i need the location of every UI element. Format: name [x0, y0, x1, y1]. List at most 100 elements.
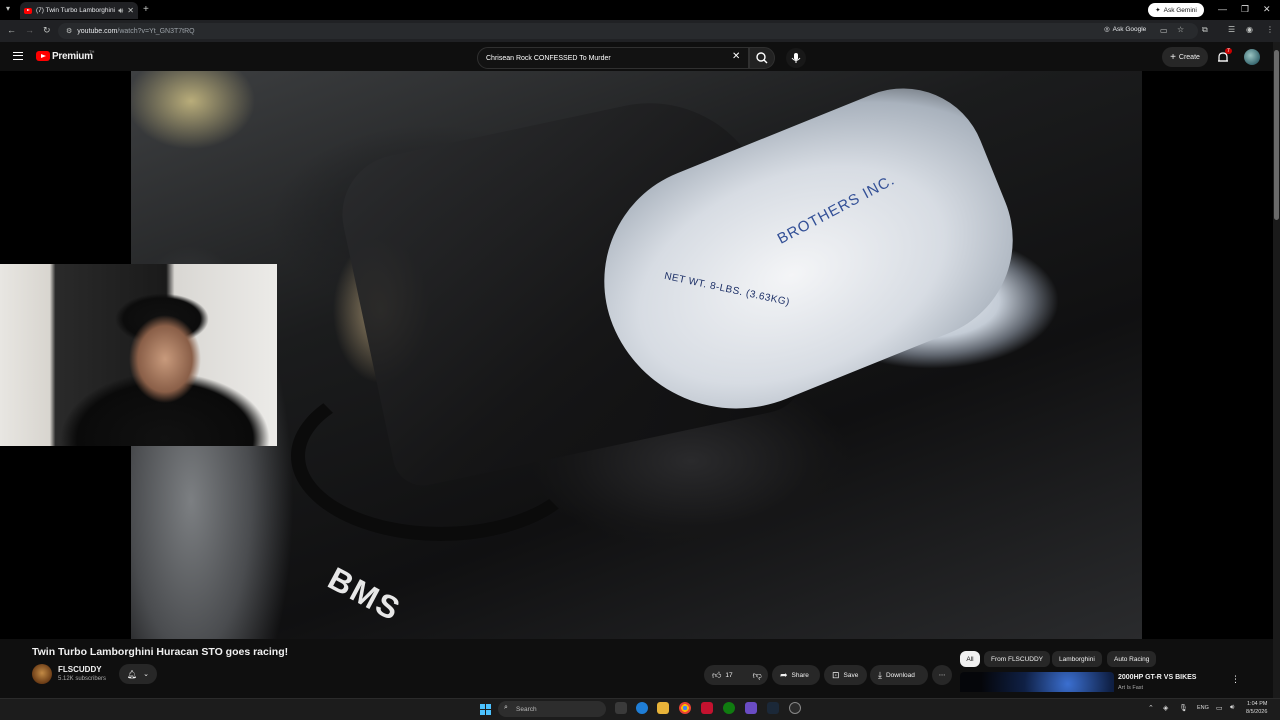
url-host: youtube.com [77, 27, 118, 35]
close-window-button[interactable]: ✕ [1263, 4, 1271, 15]
channel-name[interactable]: FLSCUDDY [58, 665, 102, 674]
extensions-icon[interactable]: ⧉ [1202, 26, 1208, 34]
chrome-icon[interactable] [679, 702, 691, 714]
chip-auto-racing[interactable]: Auto Racing [1107, 651, 1157, 667]
clock-date[interactable]: 8/5/2026 [1246, 709, 1267, 715]
video-title: Twin Turbo Lamborghini Huracan STO goes … [32, 646, 289, 658]
bookmark-icon: ⊡ [832, 669, 840, 680]
streamer-webcam-overlay [0, 264, 277, 446]
bookmark-star-icon[interactable]: ☆ [1177, 26, 1184, 34]
file-explorer-icon[interactable] [657, 702, 669, 714]
plus-icon: + [1170, 51, 1176, 63]
chip-lamborghini[interactable]: Lamborghini [1052, 651, 1102, 667]
tray-app-icon[interactable]: ◈ [1163, 704, 1168, 712]
save-label: Save [843, 671, 859, 679]
channel-avatar[interactable] [32, 664, 52, 684]
video-player[interactable]: BROTHERS INC. NET WT. 8-LBS. (3.63KG) BM… [0, 71, 1273, 639]
tab-search-icon[interactable]: ▾ [6, 5, 10, 13]
browser-tab[interactable]: (7) Twin Turbo Lamborghini 🔊︎ ✕ [20, 2, 138, 19]
omnibox[interactable]: ⚙︎ youtube.com/watch?v=Yt_GN3T7tRQ [58, 23, 1198, 39]
subscription-notifications-button[interactable]: 🔔︎ ⌄ [119, 664, 157, 684]
chip-all[interactable]: All [960, 651, 980, 667]
back-icon[interactable]: ← [7, 26, 16, 35]
taskbar-search-input[interactable]: ⌕ Search [498, 701, 606, 717]
tab-title: (7) Twin Turbo Lamborghini [36, 7, 116, 14]
tray-overflow-icon[interactable]: ⌃ [1148, 704, 1154, 712]
site-info-icon[interactable]: ⚙︎ [66, 27, 72, 35]
network-icon[interactable]: ▭ [1216, 704, 1223, 712]
windows-start-icon[interactable] [480, 704, 491, 715]
download-label: Download [885, 671, 915, 679]
teams-icon[interactable] [745, 702, 757, 714]
ask-google-label: Ask Google [1112, 25, 1147, 33]
minimize-button[interactable]: — [1218, 4, 1227, 14]
url-path: /watch?v=Yt_GN3T7tRQ [117, 27, 195, 35]
clear-search-icon[interactable]: ✕ [732, 51, 740, 62]
download-button[interactable]: ⤓ Download [870, 665, 928, 685]
share-icon: ➦ [780, 669, 788, 680]
create-label: Create [1178, 53, 1200, 61]
like-button[interactable]: 👍︎ 17 [712, 670, 733, 681]
task-view-icon[interactable] [615, 702, 627, 714]
ask-gemini-label: Ask Gemini [1163, 6, 1197, 14]
new-tab-button[interactable]: + [143, 5, 149, 15]
download-icon: ⤓ [878, 669, 882, 680]
reading-list-icon[interactable]: ☰ [1228, 26, 1235, 34]
more-actions-button[interactable]: ⋯ [932, 665, 952, 685]
dislike-button[interactable]: 👎︎ [753, 670, 762, 681]
share-button[interactable]: ➦ Share [772, 665, 820, 685]
voice-search-button[interactable] [786, 48, 806, 68]
input-language[interactable]: ENG [1197, 705, 1209, 711]
ask-gemini-button[interactable]: ✦ Ask Gemini [1148, 3, 1204, 17]
chevron-down-icon: ⌄ [143, 671, 150, 678]
adobe-acrobat-icon[interactable] [701, 702, 713, 714]
cast-icon[interactable]: ▭ [1160, 27, 1168, 35]
reload-icon[interactable]: ↻ [43, 26, 51, 35]
youtube-favicon-icon [24, 7, 32, 14]
scrollbar-thumb[interactable] [1274, 50, 1279, 220]
taskbar-search-icon: ⌕ [504, 704, 508, 711]
recommended-video-title[interactable]: 2000HP GT-R VS BIKES [1118, 674, 1196, 681]
account-avatar[interactable] [1244, 49, 1260, 65]
forward-icon[interactable]: → [25, 26, 34, 35]
thumbs-up-icon: 👍︎ [712, 669, 722, 680]
bell-icon: 🔔︎ [126, 669, 138, 679]
close-tab-icon[interactable]: ✕ [127, 6, 134, 15]
maximize-button[interactable]: ❐ [1241, 4, 1249, 15]
search-button[interactable] [749, 47, 775, 69]
recommended-video-thumbnail[interactable] [960, 672, 1114, 692]
browser-menu-icon[interactable]: ⋮ [1266, 26, 1274, 34]
google-lens-icon: ◎ [1104, 26, 1110, 33]
clock-time[interactable]: 1:04 PM [1247, 701, 1267, 707]
chip-from-channel[interactable]: From FLSCUDDY [984, 651, 1051, 667]
profile-icon[interactable]: ◉ [1246, 26, 1253, 34]
edge-browser-icon[interactable] [636, 702, 648, 714]
country-code: TH [89, 49, 95, 54]
subscriber-count: 5.12K subscribers [58, 676, 107, 682]
hamburger-menu-icon[interactable] [13, 52, 23, 60]
braided-hose [291, 371, 591, 541]
address-bar-row: ← → ↻ ⚙︎ youtube.com/watch?v=Yt_GN3T7tRQ… [0, 20, 1280, 42]
sparkle-icon: ✦ [1155, 7, 1161, 14]
create-button[interactable]: + Create [1162, 47, 1208, 67]
microphone-icon [791, 53, 801, 63]
youtube-header: Premium TH Chrisean Rock CONFESSED To Mu… [0, 42, 1280, 72]
recommended-video-menu-icon[interactable]: ⋮ [1231, 674, 1240, 685]
search-icon [756, 52, 768, 64]
share-label: Share [791, 671, 809, 679]
speaker-icon[interactable]: 🔊︎ [118, 6, 123, 15]
browser-tab-bar: (7) Twin Turbo Lamborghini 🔊︎ ✕ + ▾ ✦ As… [0, 0, 1280, 20]
ask-google-button[interactable]: ◎ Ask Google [1104, 25, 1147, 34]
video-frame: BROTHERS INC. NET WT. 8-LBS. (3.63KG) BM… [131, 71, 1142, 639]
youtube-premium-logo[interactable]: Premium [52, 51, 93, 62]
obs-studio-icon[interactable] [789, 702, 801, 714]
volume-icon[interactable]: 🔊︎ [1230, 704, 1234, 712]
like-dislike-group: 👍︎ 17 👎︎ [704, 665, 768, 685]
search-input[interactable]: Chrisean Rock CONFESSED To Murder [477, 47, 749, 69]
notification-badge: 7 [1225, 48, 1232, 54]
tray-microphone-icon[interactable]: 🎙︎ [1179, 704, 1188, 712]
xbox-icon[interactable] [723, 702, 735, 714]
steam-icon[interactable] [767, 702, 779, 714]
save-button[interactable]: ⊡ Save [824, 665, 867, 685]
youtube-logo-icon[interactable] [36, 51, 50, 61]
